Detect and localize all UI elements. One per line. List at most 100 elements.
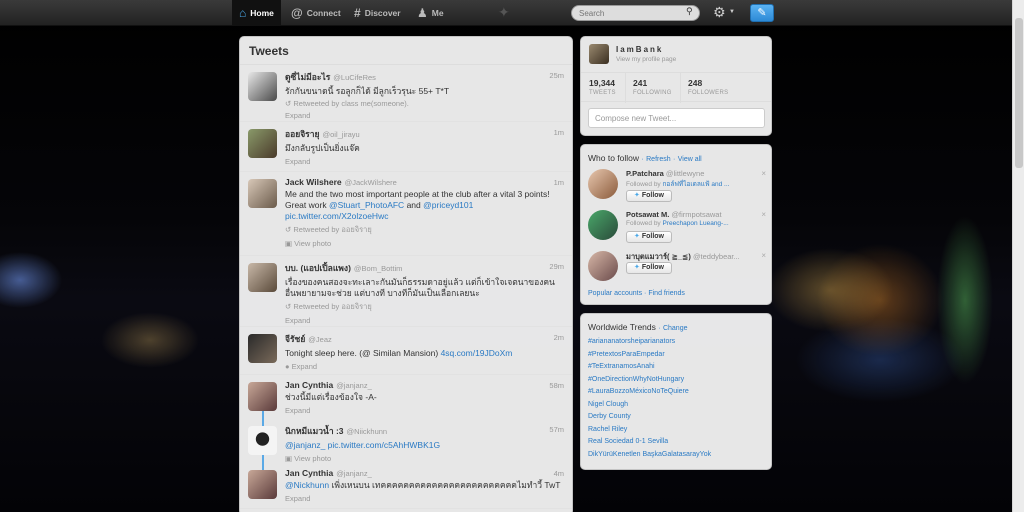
page-scrollbar[interactable] <box>1012 0 1024 512</box>
tweet-author-name[interactable]: บบ. (แอปเปิ้ลแพง) <box>285 261 351 275</box>
search-icon[interactable]: ⚲ <box>686 6 693 17</box>
tweet-item[interactable]: Jack Wilshere @JackWilshere 1m Me and the… <box>240 172 572 256</box>
tweet-author-handle[interactable]: @Niickhunn <box>347 427 388 436</box>
compose-tweet-input[interactable]: Compose new Tweet... <box>588 108 765 128</box>
view-profile-link[interactable]: View my profile page <box>616 56 676 63</box>
tweet-timestamp[interactable]: 1m <box>554 178 564 187</box>
followed-by-link[interactable]: กอล์ฟที่ไอเดลแฟ้ and ... <box>663 181 730 188</box>
mention-link[interactable]: @priceyd101 <box>423 200 473 210</box>
followed-by-link[interactable]: Preechapon Lueang-... <box>663 220 729 227</box>
tweet-item[interactable]: จีรัชย์ @Jeaz 2m Tonight sleep here. (@ S… <box>240 327 572 375</box>
tweet-author-handle[interactable]: @oil_jirayu <box>323 130 360 139</box>
tweet-author-handle[interactable]: @Bom_Bottim <box>354 264 402 273</box>
expand-link[interactable]: Expand <box>285 316 563 325</box>
avatar[interactable] <box>248 72 277 101</box>
tweet-timestamp[interactable]: 1m <box>554 128 564 137</box>
expand-link[interactable]: Expand <box>285 406 563 415</box>
tweet-author-name[interactable]: Jan Cynthia <box>285 380 333 390</box>
tweet-author-name[interactable]: ดูซี่ไม่มีอะไร <box>285 70 330 84</box>
link[interactable]: 4sq.com/19JDoXm <box>441 348 513 358</box>
tweet-author-handle[interactable]: @janjanz_ <box>336 381 372 390</box>
tweet-author-name[interactable]: Jan Cynthia <box>285 468 333 478</box>
trend-item[interactable]: #LauraBozzoMéxicoNoTeQuiere <box>588 388 689 395</box>
avatar[interactable] <box>248 263 277 292</box>
scrollbar-thumb[interactable] <box>1015 18 1023 168</box>
mention-link[interactable]: @Stuart_PhotoAFC <box>329 200 404 210</box>
expand-link[interactable]: Expand <box>285 494 563 503</box>
trend-item[interactable]: #OneDirectionWhyNotHungary <box>588 376 684 383</box>
photo-link[interactable]: pic.twitter.com/X2olzoeHwc <box>285 211 388 221</box>
stat-followers[interactable]: 248 FOLLOWERS <box>688 78 728 96</box>
trend-item[interactable]: #PretextosParaEmpedar <box>588 351 665 358</box>
suggestion-name[interactable]: P.Patchara @littlewyne <box>626 169 704 178</box>
close-icon[interactable]: × <box>761 169 766 178</box>
popular-accounts-link[interactable]: Popular accounts <box>588 290 642 297</box>
nav-discover[interactable]: # Discover <box>347 0 408 26</box>
tweet-timestamp[interactable]: 25m <box>549 71 564 80</box>
view-photo-link[interactable]: ▣ View photo <box>285 454 563 463</box>
bird-icon[interactable]: ✦ <box>498 4 510 21</box>
trend-item[interactable]: Rachel Riley <box>588 426 627 433</box>
chevron-down-icon[interactable]: ▼ <box>729 9 735 15</box>
avatar[interactable] <box>589 44 609 64</box>
profile-name[interactable]: IamBank <box>616 45 663 54</box>
avatar[interactable] <box>248 426 277 455</box>
trend-item[interactable]: DikYürüKenetlen BaşkaGalatasarayYok <box>588 451 711 458</box>
nav-home[interactable]: ⌂ Home <box>232 0 281 26</box>
tweet-timestamp[interactable]: 57m <box>549 425 564 434</box>
photo-link[interactable]: pic.twitter.com/c5AhHWBK1G <box>328 440 440 450</box>
nav-connect[interactable]: @ Connect <box>284 0 348 26</box>
tweet-item[interactable]: Jan Cynthia @janjanz_ 58m ช่วงนี้มีแต่เรื… <box>240 375 572 423</box>
follow-button[interactable]: ✦ Follow <box>626 231 672 243</box>
follow-button[interactable]: ✦ Follow <box>626 262 672 274</box>
tweet-timestamp[interactable]: 58m <box>549 381 564 390</box>
tweet-timestamp[interactable]: 4m <box>554 469 564 478</box>
search-input[interactable] <box>571 5 700 21</box>
find-friends-link[interactable]: Find friends <box>648 290 685 297</box>
trend-item[interactable]: #ariananatorsheiparianators <box>588 338 675 345</box>
gear-icon[interactable]: ⚙ <box>713 4 726 21</box>
avatar[interactable] <box>588 210 618 240</box>
stat-following[interactable]: 241 FOLLOWING <box>633 78 672 96</box>
nav-me[interactable]: ♟ Me <box>410 0 451 26</box>
avatar[interactable] <box>248 382 277 411</box>
tweet-item[interactable]: Jan Cynthia @janjanz_ 4m @Nickhunn เพิ่งเ… <box>240 463 572 509</box>
avatar[interactable] <box>248 470 277 499</box>
trend-item[interactable]: Nigel Clough <box>588 401 628 408</box>
tweet-author-name[interactable]: Jack Wilshere <box>285 177 342 187</box>
trend-item[interactable]: Real Sociedad 0-1 Sevilla <box>588 438 668 445</box>
avatar[interactable] <box>248 334 277 363</box>
avatar[interactable] <box>248 179 277 208</box>
tweet-timestamp[interactable]: 2m <box>554 333 564 342</box>
expand-link[interactable]: Expand <box>285 157 563 166</box>
compose-tweet-button[interactable]: ✎ <box>750 4 774 22</box>
tweet-timestamp[interactable]: 29m <box>549 262 564 271</box>
tweet-item[interactable]: ออยจิรายุ @oil_jirayu 1m มึงกลับรูปเป็นยิ… <box>240 122 572 172</box>
stat-tweets[interactable]: 19,344 TWEETS <box>589 78 616 96</box>
tweet-author-name[interactable]: จีรัชย์ <box>285 332 305 346</box>
tweet-item[interactable]: บบ. (แอปเปิ้ลแพง) @Bom_Bottim 29m เรื่องข… <box>240 256 572 327</box>
mention-link[interactable]: @janjanz_ <box>285 440 325 450</box>
tweet-item[interactable]: นิกหมีแมวน้ำ :3 @Niickhunn 57m @janjanz_ … <box>240 419 572 465</box>
suggestion-name[interactable]: Potsawat M. @firmpotsawat <box>626 210 722 219</box>
tweet-item[interactable]: ดูซี่ไม่มีอะไร @LuCifeRes 25m รักกันขนาดน… <box>240 65 572 122</box>
tweet-author-handle[interactable]: @LuCifeRes <box>333 73 376 82</box>
avatar[interactable] <box>588 169 618 199</box>
expand-link[interactable]: ● Expand <box>285 362 563 371</box>
tweet-author-handle[interactable]: @Jeaz <box>308 335 331 344</box>
expand-link[interactable]: Expand <box>285 111 563 120</box>
close-icon[interactable]: × <box>761 210 766 219</box>
change-trends-link[interactable]: Change <box>663 325 688 332</box>
close-icon[interactable]: × <box>761 251 766 260</box>
trend-item[interactable]: Derby County <box>588 413 631 420</box>
view-all-link[interactable]: View all <box>678 156 702 163</box>
tweet-author-handle[interactable]: @JackWilshere <box>345 178 397 187</box>
follow-button[interactable]: ✦ Follow <box>626 190 672 202</box>
view-photo-link[interactable]: ▣ View photo <box>285 239 563 248</box>
avatar[interactable] <box>588 251 618 281</box>
tweet-author-name[interactable]: นิกหมีแมวน้ำ :3 <box>285 424 344 438</box>
mention-link[interactable]: @Nickhunn <box>285 480 329 490</box>
refresh-link[interactable]: Refresh <box>646 156 671 163</box>
tweet-author-handle[interactable]: @janjanz_ <box>336 469 372 478</box>
trend-item[interactable]: #TeExtranamosAnahi <box>588 363 655 370</box>
